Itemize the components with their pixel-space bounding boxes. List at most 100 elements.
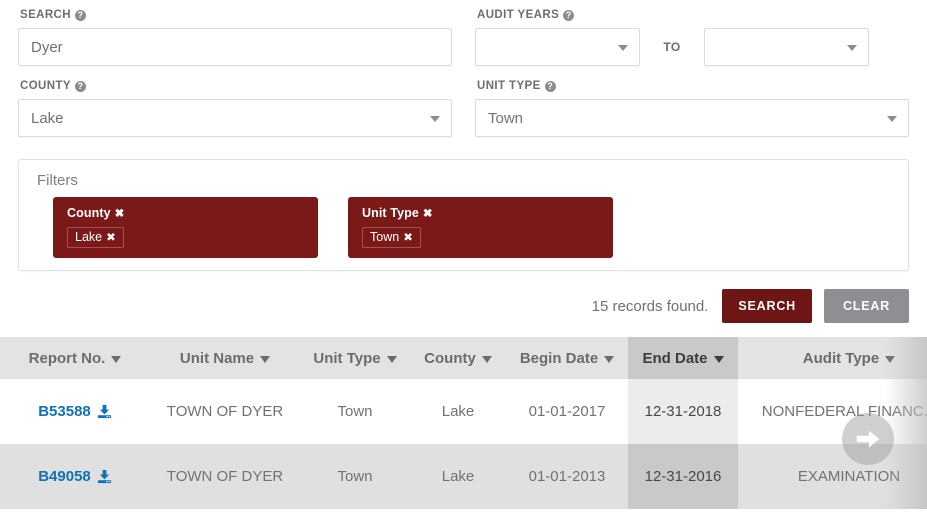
cell-begin-date: 01-01-2017 xyxy=(506,379,628,444)
filter-chip-county-header[interactable]: County ✖ xyxy=(67,206,304,220)
report-download-link[interactable]: B53588 xyxy=(38,403,112,420)
clear-button[interactable]: CLEAR xyxy=(824,289,909,323)
column-header-audit-type-label: Audit Type xyxy=(802,349,880,367)
county-select[interactable]: Lake xyxy=(18,99,452,137)
column-header-end-date[interactable]: End Date xyxy=(628,337,738,379)
search-field-group: SEARCH ? Dyer xyxy=(18,8,452,66)
cell-unit-name: TOWN OF DYER xyxy=(150,444,300,509)
unit-type-field-group: UNIT TYPE ? Town xyxy=(475,79,909,137)
unit-type-label: UNIT TYPE ? xyxy=(477,79,909,93)
report-no-text: B53588 xyxy=(38,403,91,420)
form-gutter xyxy=(452,79,475,137)
remove-filter-county-icon[interactable]: ✖ xyxy=(115,208,125,220)
chevron-down-icon xyxy=(713,355,724,363)
results-table-container: Report No. Unit Name Unit Type County Be… xyxy=(0,337,927,509)
cell-end-date: 12-31-2016 xyxy=(628,444,738,509)
filters-panel: Filters County ✖ Lake ✖ Unit Type ✖ Town ✖ xyxy=(18,159,909,271)
filter-chip-unit-type: Unit Type ✖ Town ✖ xyxy=(348,197,613,258)
cell-unit-type: Town xyxy=(300,379,410,444)
filters-title: Filters xyxy=(37,172,78,189)
chevron-down-icon xyxy=(111,355,122,363)
records-found-text: 15 records found. xyxy=(591,297,709,315)
county-label-text: COUNTY xyxy=(20,80,71,92)
form-gutter xyxy=(452,8,475,66)
chevron-down-icon xyxy=(847,45,857,51)
column-header-end-date-label: End Date xyxy=(642,349,708,367)
county-label: COUNTY ? xyxy=(20,79,452,93)
chevron-down-icon xyxy=(386,355,397,363)
cell-audit-type: NONFEDERAL FINANC... xyxy=(738,379,927,444)
report-no-text: B49058 xyxy=(38,468,91,485)
filter-chip-list: County ✖ Lake ✖ Unit Type ✖ Town ✖ xyxy=(31,197,896,258)
unit-type-select[interactable]: Town xyxy=(475,99,909,137)
audit-years-label: AUDIT YEARS ? xyxy=(477,8,909,22)
help-circle-icon[interactable]: ? xyxy=(563,9,575,21)
audit-year-from-select[interactable] xyxy=(475,28,640,66)
filter-chip-unit-type-name: Unit Type xyxy=(362,206,419,220)
search-label: SEARCH ? xyxy=(20,8,452,22)
search-button[interactable]: SEARCH xyxy=(722,289,812,323)
arrow-right-circle-icon[interactable] xyxy=(842,413,894,465)
remove-filter-unit-type-icon[interactable]: ✖ xyxy=(423,208,433,220)
chevron-down-icon xyxy=(618,45,628,51)
column-header-unit-type-label: Unit Type xyxy=(313,349,381,367)
table-header-row: Report No. Unit Name Unit Type County Be… xyxy=(0,337,927,379)
report-download-link[interactable]: B49058 xyxy=(38,468,112,485)
column-header-begin-date-label: Begin Date xyxy=(519,349,599,367)
remove-filter-value-county-lake-icon[interactable]: ✖ xyxy=(106,232,116,244)
audit-year-to-select[interactable] xyxy=(704,28,869,66)
filter-value-unit-type-town-text: Town xyxy=(370,230,400,244)
filter-value-county-lake-text: Lake xyxy=(75,230,103,244)
cell-unit-type: Town xyxy=(300,444,410,509)
filter-chip-county-name: County xyxy=(67,206,111,220)
audit-years-to-label: TO xyxy=(663,40,681,54)
audit-years-label-text: AUDIT YEARS xyxy=(477,9,560,21)
column-header-begin-date[interactable]: Begin Date xyxy=(506,337,628,379)
column-header-audit-type[interactable]: Audit Type xyxy=(738,337,927,379)
chevron-down-icon xyxy=(885,355,896,363)
results-table: Report No. Unit Name Unit Type County Be… xyxy=(0,337,927,509)
results-actions: 15 records found. SEARCH CLEAR xyxy=(18,289,909,323)
cell-report-no: B53588 xyxy=(0,379,150,444)
unit-type-label-text: UNIT TYPE xyxy=(477,80,541,92)
column-header-county-label: County xyxy=(424,349,476,367)
search-input-value: Dyer xyxy=(31,38,63,56)
filter-chip-county: County ✖ Lake ✖ xyxy=(53,197,318,258)
column-header-county[interactable]: County xyxy=(410,337,506,379)
cell-begin-date: 01-01-2013 xyxy=(506,444,628,509)
cell-county: Lake xyxy=(410,379,506,444)
help-circle-icon[interactable]: ? xyxy=(544,80,556,92)
unit-type-select-value: Town xyxy=(488,109,524,127)
chevron-down-icon xyxy=(604,355,615,363)
column-header-unit-name-label: Unit Name xyxy=(179,349,255,367)
cell-county: Lake xyxy=(410,444,506,509)
filter-chip-unit-type-header[interactable]: Unit Type ✖ xyxy=(362,206,599,220)
search-results-page: SEARCH ? Dyer AUDIT YEARS ? TO COUNTY ? … xyxy=(0,0,927,517)
download-icon xyxy=(97,469,112,484)
cell-end-date: 12-31-2018 xyxy=(628,379,738,444)
search-input[interactable]: Dyer xyxy=(18,28,452,66)
chevron-down-icon xyxy=(481,355,492,363)
cell-report-no: B49058 xyxy=(0,444,150,509)
remove-filter-value-unit-type-town-icon[interactable]: ✖ xyxy=(403,232,413,244)
chevron-down-icon xyxy=(260,355,271,363)
help-circle-icon[interactable]: ? xyxy=(74,9,86,21)
audit-years-field-group: AUDIT YEARS ? TO xyxy=(475,8,909,66)
search-form: SEARCH ? Dyer AUDIT YEARS ? TO COUNTY ? … xyxy=(0,0,927,137)
county-select-value: Lake xyxy=(31,109,64,127)
chevron-down-icon xyxy=(430,116,440,122)
column-header-unit-name[interactable]: Unit Name xyxy=(150,337,300,379)
column-header-report-no-label: Report No. xyxy=(28,349,106,367)
column-header-unit-type[interactable]: Unit Type xyxy=(300,337,410,379)
column-header-report-no[interactable]: Report No. xyxy=(0,337,150,379)
table-row: B53588 TOWN OF DYER Town Lake 01-01-2017… xyxy=(0,379,927,444)
cell-audit-type: EXAMINATION xyxy=(738,444,927,509)
table-row: B49058 TOWN OF DYER Town Lake 01-01-2013… xyxy=(0,444,927,509)
chevron-down-icon xyxy=(887,116,897,122)
help-circle-icon[interactable]: ? xyxy=(74,80,86,92)
download-icon xyxy=(97,404,112,419)
county-field-group: COUNTY ? Lake xyxy=(18,79,452,137)
filter-value-unit-type-town[interactable]: Town ✖ xyxy=(362,227,421,248)
cell-unit-name: TOWN OF DYER xyxy=(150,379,300,444)
filter-value-county-lake[interactable]: Lake ✖ xyxy=(67,227,124,248)
